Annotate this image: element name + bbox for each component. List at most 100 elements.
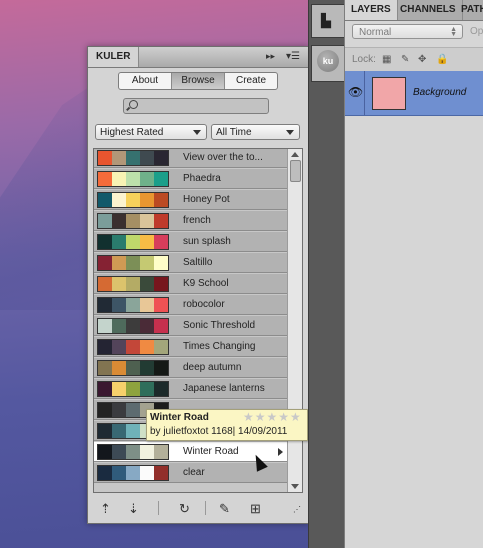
theme-swatches (97, 381, 169, 397)
theme-row[interactable]: deep autumn (94, 358, 287, 378)
theme-row[interactable]: Japanese lanterns (94, 379, 287, 399)
color-swatch (154, 235, 168, 249)
search-input[interactable] (123, 98, 269, 114)
lock-all-icon[interactable]: 🔒 (436, 54, 448, 65)
color-swatch (98, 214, 112, 228)
lock-paint-icon[interactable]: ✎ (401, 54, 409, 65)
theme-name: Saltillo (183, 257, 213, 268)
theme-row[interactable]: robocolor (94, 295, 287, 315)
theme-tooltip: Winter Road ★★★★★ by julietfoxtot 1168| … (146, 409, 308, 441)
color-swatch (140, 382, 154, 396)
theme-name: Japanese lanterns (183, 383, 265, 394)
kuler-panel: KULER ▸▸ ▾☰ About Browse Create Highest … (87, 46, 309, 524)
color-swatch (140, 256, 154, 270)
theme-swatches (97, 234, 169, 250)
color-swatch (140, 361, 154, 375)
theme-swatches (97, 444, 169, 460)
color-swatch (112, 466, 126, 480)
chevron-right-icon[interactable] (278, 448, 283, 456)
lock-row: Lock: ▦ ✎ ✥ 🔒 (345, 47, 483, 73)
theme-row[interactable]: sun splash (94, 232, 287, 252)
sort-select[interactable]: Highest Rated (95, 124, 207, 140)
tab-create[interactable]: Create (225, 73, 277, 89)
toolbar-divider (205, 501, 206, 515)
color-swatch (98, 382, 112, 396)
theme-swatches (97, 297, 169, 313)
refresh-icon[interactable]: ↻ (179, 501, 190, 517)
color-swatch (154, 340, 168, 354)
kuler-dock-button[interactable]: ku (311, 45, 345, 82)
theme-name: Honey Pot (183, 194, 230, 205)
color-swatch (154, 277, 168, 291)
theme-row[interactable]: K9 School (94, 274, 287, 294)
time-select-value: All Time (216, 127, 252, 138)
tab-channels[interactable]: CHANNELS (394, 0, 463, 20)
collapse-icon[interactable]: ▸▸ (266, 51, 275, 62)
move-up-icon[interactable]: ⇡ (100, 501, 111, 517)
color-swatch (154, 445, 168, 459)
opacity-label: Op (470, 26, 483, 37)
color-swatch (98, 298, 112, 312)
theme-row[interactable]: Sonic Threshold (94, 316, 287, 336)
panel-menu-icon[interactable]: ▾☰ (286, 51, 300, 62)
theme-row[interactable]: Times Changing (94, 337, 287, 357)
color-swatch (154, 151, 168, 165)
color-swatch (112, 424, 126, 438)
tab-about[interactable]: About (119, 73, 172, 89)
time-select[interactable]: All Time (211, 124, 300, 140)
theme-name: Sonic Threshold (183, 320, 256, 331)
color-swatch (112, 172, 126, 186)
color-swatch (140, 151, 154, 165)
theme-name: sun splash (183, 236, 231, 247)
tab-layers[interactable]: LAYERS (345, 0, 398, 20)
sort-select-value: Highest Rated (100, 127, 164, 138)
theme-name: K9 School (183, 278, 229, 289)
theme-row[interactable]: french (94, 211, 287, 231)
theme-row[interactable]: Phaedra (94, 169, 287, 189)
theme-list[interactable]: View over the to... Phaedra Honey Pot frenc… (93, 148, 303, 493)
resize-grip-icon[interactable]: ⋰ (293, 505, 301, 514)
layer-row-background[interactable]: 👁 Background (345, 71, 483, 116)
theme-swatches (97, 276, 169, 292)
lock-position-icon[interactable]: ✥ (418, 54, 426, 65)
layers-tabs: LAYERS CHANNELS PATH (345, 0, 483, 21)
blend-mode-select[interactable]: Normal ▲ ▼ (352, 24, 463, 39)
lock-transparency-icon[interactable]: ▦ (382, 54, 391, 65)
edit-theme-icon[interactable]: ✎ (219, 501, 230, 517)
tooltip-meta: by julietfoxtot 1168| 14/09/2011 (150, 426, 288, 437)
kuler-icon: ku (317, 50, 339, 72)
scroll-thumb[interactable] (290, 160, 301, 182)
eye-icon[interactable]: 👁 (348, 85, 363, 99)
scroll-up-icon[interactable] (291, 152, 299, 157)
dock-button-top[interactable]: ▙ (311, 4, 345, 38)
panel-dock-strip: ▙ ku (308, 0, 345, 548)
layer-name[interactable]: Background (413, 87, 466, 98)
kuler-title[interactable]: KULER (88, 47, 140, 67)
add-to-swatches-icon[interactable]: ⊞ (250, 501, 261, 517)
color-swatch (112, 445, 126, 459)
color-swatch (126, 298, 140, 312)
color-swatch (98, 424, 112, 438)
move-down-icon[interactable]: ⇣ (128, 501, 139, 517)
color-swatch (98, 277, 112, 291)
color-swatch (154, 298, 168, 312)
color-swatch (126, 319, 140, 333)
color-swatch (98, 361, 112, 375)
color-swatch (112, 235, 126, 249)
color-swatch (126, 172, 140, 186)
color-swatch (112, 214, 126, 228)
color-swatch (98, 172, 112, 186)
color-swatch (112, 319, 126, 333)
color-swatch (154, 382, 168, 396)
theme-row[interactable]: Saltillo (94, 253, 287, 273)
lock-label: Lock: (352, 54, 376, 65)
tab-paths[interactable]: PATH (455, 0, 483, 20)
theme-row[interactable]: Honey Pot (94, 190, 287, 210)
search-icon (129, 100, 138, 109)
color-swatch (126, 403, 140, 417)
scroll-down-icon[interactable] (291, 484, 299, 489)
theme-name: Phaedra (183, 173, 221, 184)
color-swatch (140, 466, 154, 480)
tab-browse[interactable]: Browse (172, 73, 225, 89)
theme-row[interactable]: View over the to... (94, 149, 287, 168)
